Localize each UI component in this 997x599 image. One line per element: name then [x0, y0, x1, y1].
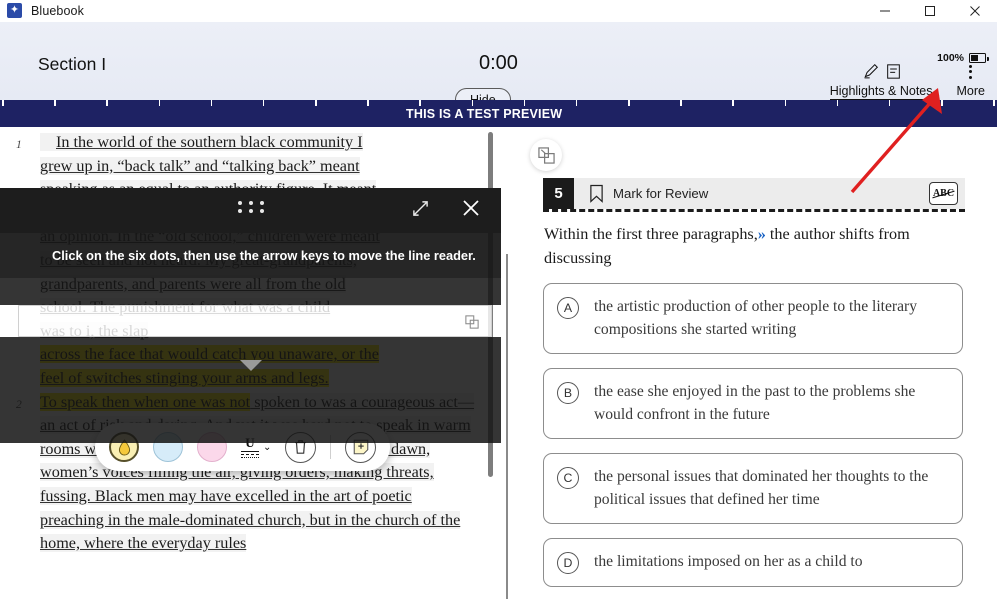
- blue-highlight-swatch[interactable]: [153, 432, 183, 462]
- window-titlebar: ✦ Bluebook: [0, 0, 997, 22]
- collapse-panel-icon: [537, 146, 555, 164]
- yellow-highlight-swatch[interactable]: [109, 432, 139, 462]
- choice-letter: C: [557, 467, 579, 489]
- mark-for-review-button[interactable]: Mark for Review: [589, 184, 708, 203]
- passage-line-highlighted: feel of switches stinging your arms and …: [40, 368, 329, 387]
- answer-choice-c[interactable]: C the personal issues that dominated her…: [543, 453, 963, 524]
- highlights-notes-label: Highlights & Notes: [829, 84, 933, 101]
- abc-label: ABC: [932, 188, 955, 199]
- passage-line: school. The punishment for what was a ch…: [40, 298, 331, 317]
- pane-divider[interactable]: [506, 254, 508, 599]
- collapse-panel-button[interactable]: [530, 139, 562, 171]
- choice-text: the limitations imposed on her as a chil…: [594, 553, 863, 570]
- more-vertical-dots-icon: [969, 62, 973, 81]
- passage-paragraph-2: 2 To speak then when one was not spoken …: [16, 391, 475, 556]
- window-title: Bluebook: [31, 3, 84, 18]
- reading-passage: 1 In the world of the southern black com…: [0, 127, 498, 556]
- main-content: 1 In the world of the southern black com…: [0, 127, 997, 599]
- passage-scrollbar[interactable]: [488, 132, 493, 477]
- add-note-icon: [353, 439, 369, 455]
- bluebook-logo-icon: ✦: [7, 3, 22, 18]
- droplet-icon: [118, 438, 130, 455]
- section-title: Section I: [38, 54, 107, 74]
- highlights-notes-button[interactable]: Highlights & Notes: [818, 62, 945, 101]
- cross-out-answers-button[interactable]: ABC: [929, 182, 958, 205]
- toolbar-divider: [330, 435, 332, 459]
- question-stem: Within the first three paragraphs,» the …: [544, 223, 964, 270]
- passage-paragraph-1: 1 In the world of the southern black com…: [16, 131, 474, 391]
- underline-icon: U: [241, 436, 259, 458]
- passage-line: grew up in, “back talk” and “talking bac…: [40, 156, 360, 175]
- question-number: 5: [543, 178, 574, 209]
- trash-icon: [295, 440, 307, 454]
- answer-choice-b[interactable]: B the ease she enjoyed in the past to th…: [543, 368, 963, 439]
- maximize-button[interactable]: [907, 0, 952, 22]
- passage-line: an opinion. In the “old school,” childre…: [40, 227, 380, 246]
- question-pane: 5 Mark for Review ABC Within the first t…: [511, 127, 997, 599]
- passage-line: In the world of the southern black commu…: [40, 133, 363, 151]
- passage-line: daring to disagree and sometimes it just…: [40, 203, 389, 222]
- answer-choice-d[interactable]: D the limitations imposed on her as a ch…: [543, 538, 963, 587]
- underline-style-dropdown[interactable]: U ⌄: [241, 436, 271, 458]
- header-tools: Highlights & Notes More: [818, 62, 997, 101]
- choice-text: the artistic production of other people …: [594, 298, 918, 338]
- paragraph-number: 2: [16, 398, 22, 411]
- choice-letter: D: [557, 552, 579, 574]
- passage-line: was to i, the slap: [40, 321, 149, 340]
- close-button[interactable]: [952, 0, 997, 22]
- test-preview-banner-text: THIS IS A TEST PREVIEW: [406, 106, 563, 121]
- answer-choice-a[interactable]: A the artistic production of other peopl…: [543, 283, 963, 354]
- passage-line: to be seen and not heard. My great-grand…: [40, 250, 357, 269]
- text-marker-icon: »: [757, 225, 766, 243]
- choice-letter: B: [557, 382, 579, 404]
- note-icon: [886, 64, 900, 79]
- chevron-down-icon: ⌄: [263, 441, 272, 453]
- window-controls: [862, 0, 997, 22]
- more-label: More: [956, 84, 985, 98]
- passage-highlight-span: To speak then when one was not: [40, 392, 251, 411]
- choice-text: the ease she enjoyed in the past to the …: [594, 383, 916, 423]
- banner-tick-marks: [0, 100, 997, 106]
- question-bar: 5 Mark for Review ABC: [543, 178, 965, 209]
- app-root: ✦ Bluebook Section I 0:00 Hide 100%: [0, 0, 997, 599]
- paragraph-number: 1: [16, 139, 22, 151]
- passage-body-text: spoken to was a courageous act—an act of…: [40, 392, 475, 553]
- logo-glyph: ✦: [9, 4, 20, 16]
- question-stem-before: Within the first three paragraphs,: [544, 225, 758, 243]
- passage-line: grandparents, and parents were all from …: [40, 274, 346, 293]
- countdown-timer: 0:00: [479, 52, 518, 74]
- passage-line: speaking as an equal to an authority fig…: [40, 180, 377, 199]
- more-menu-button[interactable]: More: [945, 62, 997, 98]
- mark-for-review-label: Mark for Review: [613, 186, 709, 201]
- choice-letter: A: [557, 297, 579, 319]
- answer-choices: A the artistic production of other peopl…: [543, 283, 963, 599]
- delete-highlight-button[interactable]: [285, 431, 317, 463]
- choice-text: the personal issues that dominated her t…: [594, 468, 929, 508]
- question-bar-dashed-rule: [543, 209, 965, 212]
- passage-pane: 1 In the world of the southern black com…: [0, 127, 511, 599]
- underline-letter: U: [245, 435, 255, 450]
- passage-line-highlighted: across the face that would catch you una…: [40, 345, 379, 364]
- add-note-button[interactable]: [345, 431, 377, 463]
- highlight-toolbar: U ⌄: [95, 423, 391, 471]
- test-header: Section I 0:00 Hide 100%: [0, 22, 997, 111]
- bookmark-icon: [590, 184, 603, 203]
- highlights-notes-icons: [862, 62, 901, 81]
- pen-highlighter-icon: [864, 63, 878, 79]
- pink-highlight-swatch[interactable]: [197, 432, 227, 462]
- minimize-button[interactable]: [862, 0, 907, 22]
